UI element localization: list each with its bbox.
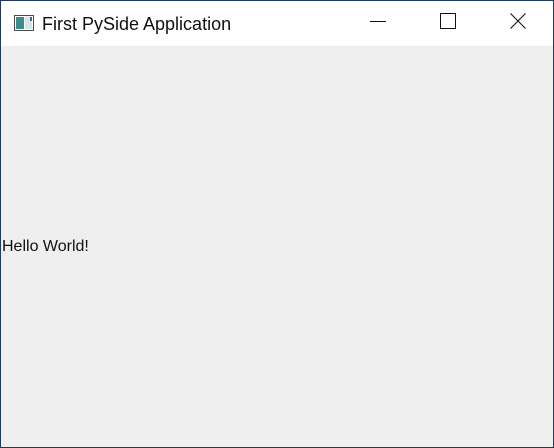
title-bar[interactable]: First PySide Application	[1, 1, 553, 46]
maximize-icon	[440, 13, 456, 34]
hello-label: Hello World!	[2, 238, 89, 255]
minimize-button[interactable]	[343, 1, 413, 46]
maximize-button[interactable]	[413, 1, 483, 46]
close-button[interactable]	[483, 1, 553, 46]
application-window: First PySide Application Hello World!	[0, 0, 554, 448]
close-icon	[510, 13, 526, 34]
window-title: First PySide Application	[42, 14, 232, 34]
minimize-icon	[370, 13, 386, 34]
app-window-icon[interactable]	[14, 15, 34, 31]
window-client-area: Hello World!	[1, 46, 553, 447]
